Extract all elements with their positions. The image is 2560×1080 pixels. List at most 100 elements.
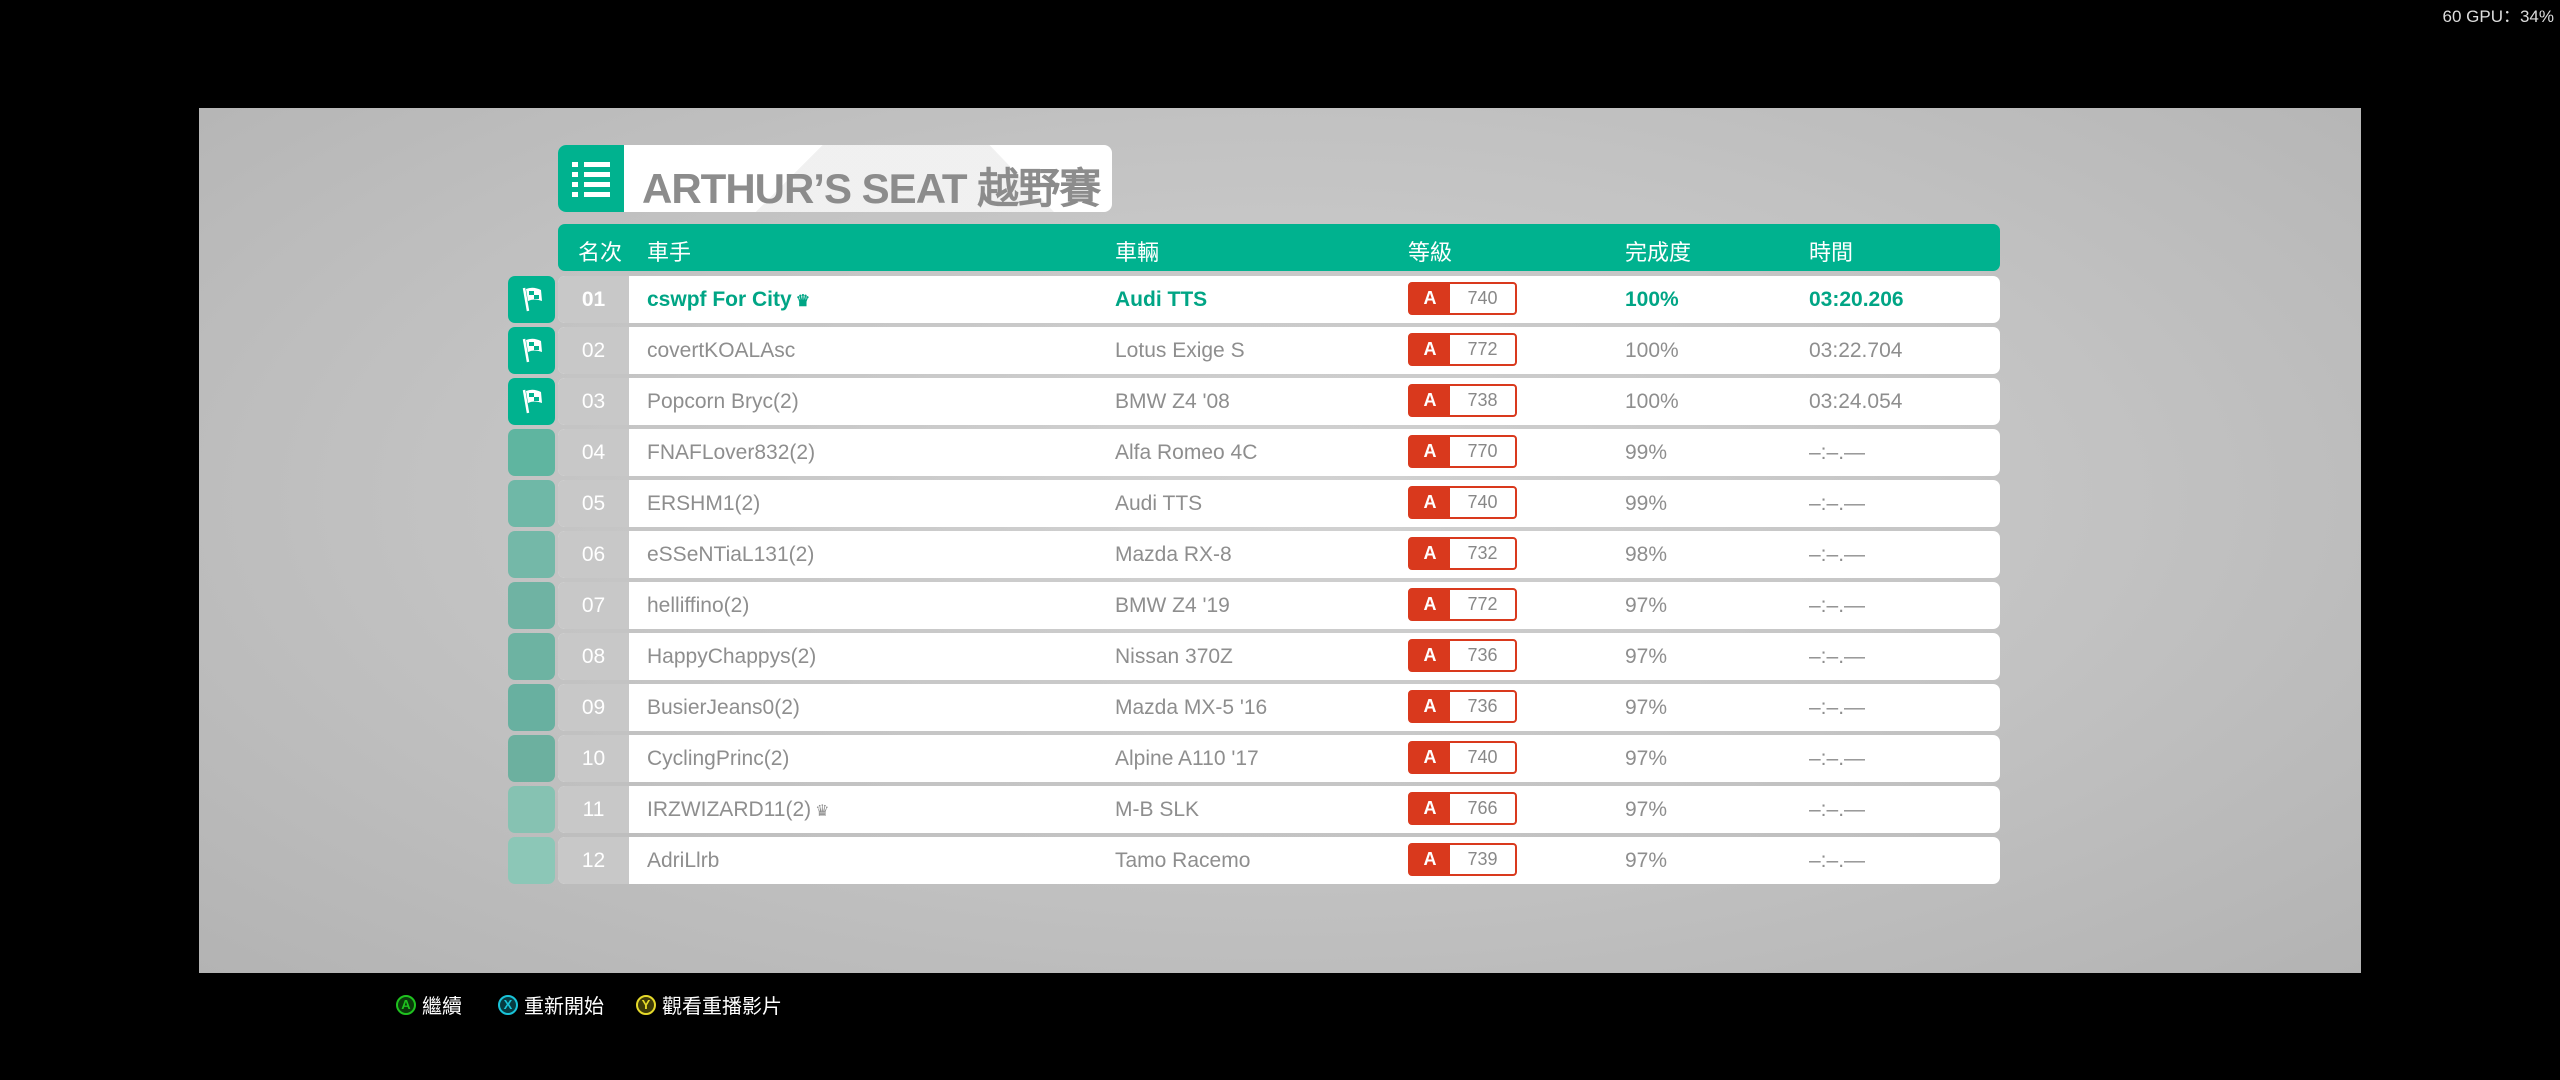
rank: 12 [558, 837, 629, 884]
finish-flag-icon [508, 276, 555, 323]
class-badge: A 772 [1408, 333, 1517, 366]
rank: 03 [558, 378, 629, 425]
event-title: ARTHUR’S SEAT 越野賽 [642, 165, 1101, 212]
driver-cell: ERSHM1(2) [647, 480, 760, 527]
class-badge: A 738 [1408, 384, 1517, 417]
class-badge: A 739 [1408, 843, 1517, 876]
driver-name: cswpf For City [647, 288, 792, 311]
class-badge: A 772 [1408, 588, 1517, 621]
completion: 97% [1625, 849, 1668, 872]
car-name: Alpine A110 '17 [1115, 747, 1259, 770]
pi-value: 736 [1467, 696, 1498, 716]
pi-value: 739 [1467, 849, 1498, 869]
prompt-label: 重新開始 [524, 996, 604, 1018]
class-letter: A [1410, 284, 1450, 313]
race-time: 03:24.054 [1809, 390, 1903, 413]
col-time: 時間 [1809, 240, 1854, 265]
completion: 100% [1625, 339, 1679, 362]
pi-value: 732 [1467, 543, 1498, 563]
completion: 97% [1625, 747, 1668, 770]
table-row[interactable]: 09 BusierJeans0(2) Mazda MX-5 '16 A 736 97% –:… [558, 684, 2000, 731]
class-letter: A [1410, 590, 1450, 619]
table-row[interactable]: 06 eSSeNTiaL131(2) Mazda RX-8 A 732 98% –:–.— [558, 531, 2000, 578]
completion: 97% [1625, 798, 1668, 821]
finish-flag-icon [508, 327, 555, 374]
pi-value: 740 [1467, 492, 1498, 512]
y-button-icon: Y [636, 994, 656, 1015]
table-row[interactable]: 02 covertKOALAsc Lotus Exige S A 772 100% 03:2… [558, 327, 2000, 374]
driver-cell: AdriLlrb [647, 837, 719, 884]
driver-name: FNAFLover832(2) [647, 441, 816, 464]
performance-overlay: 60 GPU：34% [2442, 7, 2555, 26]
list-icon [558, 145, 624, 212]
table-row[interactable]: 04 FNAFLover832(2) Alfa Romeo 4C A 770 99% –:–… [558, 429, 2000, 476]
class-badge: A 740 [1408, 282, 1517, 315]
table-row[interactable]: 10 CyclingPrinc(2) Alpine A110 '17 A 740 97% –… [558, 735, 2000, 782]
rank: 07 [558, 582, 629, 629]
table-row[interactable]: 01 cswpf For City ♛ Audi TTS A 740 100% 03:20.2… [558, 276, 2000, 323]
table-row[interactable]: 08 HappyChappys(2) Nissan 370Z A 736 97% –:–.— [558, 633, 2000, 680]
table-row[interactable]: 12 AdriLlrb Tamo Racemo A 739 97% –:–.— [558, 837, 2000, 884]
crown-icon: ♛ [795, 293, 811, 310]
pi-value: 770 [1467, 441, 1498, 461]
class-badge: A 740 [1408, 486, 1517, 519]
driver-name: Popcorn Bryc(2) [647, 390, 799, 413]
class-letter: A [1410, 386, 1450, 415]
race-time: –:–.— [1809, 747, 1866, 770]
rank: 08 [558, 633, 629, 680]
class-letter: A [1410, 692, 1450, 721]
race-time: –:–.— [1809, 798, 1866, 821]
table-row[interactable]: 11 IRZWIZARD11(2) ♛ M-B SLK A 766 97% –:–.— [558, 786, 2000, 833]
col-driver: 車手 [647, 240, 692, 265]
rank: 10 [558, 735, 629, 782]
finish-flag-icon [508, 378, 555, 425]
col-completion: 完成度 [1625, 240, 1692, 265]
driver-cell: covertKOALAsc [647, 327, 795, 374]
pi-value: 738 [1467, 390, 1498, 410]
completion: 99% [1625, 492, 1668, 515]
driver-cell: eSSeNTiaL131(2) [647, 531, 814, 578]
car-name: Audi TTS [1115, 288, 1208, 311]
rank-marker [508, 684, 555, 731]
class-badge: A 736 [1408, 690, 1517, 723]
event-title-card: ARTHUR’S SEAT 越野賽 [558, 145, 1112, 212]
rank: 02 [558, 327, 629, 374]
driver-cell: HappyChappys(2) [647, 633, 816, 680]
table-row[interactable]: 05 ERSHM1(2) Audi TTS A 740 99% –:–.— [558, 480, 2000, 527]
driver-cell: CyclingPrinc(2) [647, 735, 789, 782]
prompt-a-button[interactable]: A 繼續 [396, 990, 462, 1019]
completion: 98% [1625, 543, 1668, 566]
driver-name: HappyChappys(2) [647, 645, 817, 668]
table-header: 名次 車手 車輛 等級 完成度 時間 [558, 224, 2000, 271]
class-letter: A [1410, 539, 1450, 568]
race-time: –:–.— [1809, 492, 1866, 515]
table-row[interactable]: 07 helliffino(2) BMW Z4 '19 A 772 97% –:–.— [558, 582, 2000, 629]
prompt-x-button[interactable]: X 重新開始 [498, 990, 604, 1019]
pi-value: 736 [1467, 645, 1498, 665]
class-badge: A 736 [1408, 639, 1517, 672]
crown-icon: ♛ [815, 803, 830, 820]
driver-name: ERSHM1(2) [647, 492, 761, 515]
rank: 04 [558, 429, 629, 476]
col-rank: 名次 [578, 240, 623, 265]
driver-cell: IRZWIZARD11(2) ♛ [647, 786, 829, 833]
class-letter: A [1410, 641, 1450, 670]
car-name: Mazda RX-8 [1115, 543, 1232, 566]
completion: 99% [1625, 441, 1668, 464]
prompt-y-button[interactable]: Y 觀看重播影片 [636, 990, 782, 1019]
rank-marker [508, 633, 555, 680]
rank-marker [508, 735, 555, 782]
table-row[interactable]: 03 Popcorn Bryc(2) BMW Z4 '08 A 738 100% 03:24… [558, 378, 2000, 425]
pi-value: 772 [1467, 339, 1498, 359]
rank: 09 [558, 684, 629, 731]
rank: 01 [558, 276, 629, 323]
driver-cell: Popcorn Bryc(2) [647, 378, 799, 425]
car-name: BMW Z4 '19 [1115, 594, 1230, 617]
driver-cell: helliffino(2) [647, 582, 749, 629]
car-name: Mazda MX-5 '16 [1115, 696, 1268, 719]
completion: 97% [1625, 696, 1668, 719]
class-badge: A 766 [1408, 792, 1517, 825]
driver-cell: cswpf For City ♛ [647, 276, 810, 323]
car-name: Tamo Racemo [1115, 849, 1251, 872]
driver-name: CyclingPrinc(2) [647, 747, 790, 770]
